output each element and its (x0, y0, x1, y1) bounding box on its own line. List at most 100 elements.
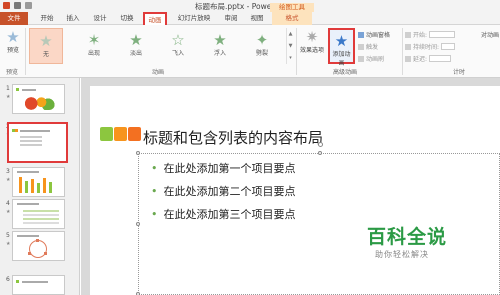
effect-options-icon: ✷ (305, 28, 319, 46)
thumb-cycle-node (44, 252, 47, 255)
thumb-chart-bar (43, 178, 46, 193)
current-slide[interactable]: 标题和包含列表的内容布局 • 在此处添加第一个项目要点 • 在此处添加第二个项目要点… (90, 86, 500, 295)
tab-view[interactable]: 视图 (246, 12, 268, 25)
star-icon: ★ (39, 32, 53, 50)
effect-options-button[interactable]: ✷ 效果选项 (299, 29, 325, 54)
animation-none[interactable]: ★ 无 (29, 28, 63, 64)
timing-delay[interactable]: 延迟: (405, 54, 452, 63)
animation-pane-label: 动画窗格 (366, 32, 391, 39)
preview-button[interactable]: ★ 预览 (3, 29, 23, 54)
powerpoint-icon (3, 2, 10, 9)
tab-animations[interactable]: 动画 (143, 12, 167, 25)
tab-slideshow[interactable]: 幻灯片放映 (173, 12, 215, 25)
bullet-icon: • (151, 185, 158, 198)
tab-home[interactable]: 开始 (36, 12, 58, 25)
slide-thumbnail-6[interactable] (12, 275, 65, 295)
slide-thumbnail-2[interactable] (7, 122, 68, 163)
bullet-text: 在此处添加第二个项目要点 (163, 185, 296, 198)
animation-fly-in[interactable]: ☆ 飞入 (161, 28, 195, 64)
bullet-icon: • (151, 162, 158, 175)
animation-fade[interactable]: ★ 淡出 (119, 28, 153, 64)
animation-marker-icon: ★ (6, 241, 11, 247)
animation-marker-icon: ★ (6, 177, 11, 183)
animation-painter-label: 动画刷 (366, 56, 385, 63)
gallery-label: 出现 (87, 50, 100, 57)
thumb-title-line (17, 203, 39, 205)
bullet-text: 在此处添加第一个项目要点 (163, 162, 296, 175)
thumb-table-row (23, 210, 59, 212)
slide-number: 4 (6, 200, 10, 207)
thumb-bullet-line (20, 144, 42, 146)
bullet-icon: • (151, 208, 158, 221)
thumb-bullet-line (20, 140, 42, 142)
thumb-table-row (23, 214, 59, 216)
delay-input[interactable] (429, 55, 452, 62)
duration-input[interactable] (441, 43, 456, 50)
ribbon-tab-row: 文件 开始 插入 设计 切换 动画 幻灯片放映 审阅 视图 格式 (0, 12, 500, 25)
animation-appear[interactable]: ✶ 出现 (77, 28, 111, 64)
preview-label: 预览 (6, 47, 19, 54)
tab-review[interactable]: 审阅 (220, 12, 242, 25)
tab-design[interactable]: 设计 (89, 12, 111, 25)
tab-format[interactable]: 格式 (272, 12, 312, 25)
bullet-item-3[interactable]: • 在此处添加第三个项目要点 (151, 206, 296, 222)
watermark-title: 百科全说 (367, 226, 448, 248)
rotate-handle[interactable] (318, 142, 323, 147)
add-animation-label: 添加动画 (332, 51, 351, 67)
slide-number: 5 (6, 232, 10, 239)
group-divider (402, 28, 403, 75)
accent-square (16, 280, 19, 283)
trigger-label: 触发 (366, 44, 379, 51)
resize-handle[interactable] (136, 151, 140, 155)
gallery-scroll[interactable]: ▲ ▼ ▾ (286, 28, 294, 64)
tab-transitions[interactable]: 切换 (116, 12, 138, 25)
start-select[interactable] (429, 31, 456, 38)
gallery-more-icon[interactable]: ▾ (287, 52, 294, 64)
add-animation-button[interactable]: ★ 添加动画 (328, 28, 355, 67)
slide-thumbnail-5[interactable] (12, 231, 65, 261)
gallery-label: 淡出 (129, 50, 142, 57)
tab-file[interactable]: 文件 (0, 12, 28, 25)
slide-thumbnail-4[interactable] (12, 199, 65, 229)
animation-pane-button[interactable]: 动画窗格 (358, 30, 390, 39)
slide-thumbnail-3[interactable] (12, 167, 65, 197)
thumb-cycle-node (36, 239, 39, 242)
thumb-chart-bar (37, 183, 40, 193)
accent-square (16, 88, 19, 91)
thumb-table-row (23, 218, 59, 220)
duration-icon (405, 44, 411, 50)
animation-pane-icon (358, 32, 364, 38)
chevron-down-icon[interactable]: ▼ (287, 40, 294, 52)
add-animation-icon: ★ (334, 32, 349, 50)
group-divider (25, 28, 26, 75)
slide-editor: 标题和包含列表的内容布局 • 在此处添加第一个项目要点 • 在此处添加第二个项目要点… (81, 78, 500, 295)
start-label: 开始: (413, 32, 428, 39)
thumb-chart-bar (49, 182, 52, 193)
chevron-up-icon[interactable]: ▲ (287, 28, 294, 40)
preview-group-label: 预览 (6, 69, 19, 76)
animation-float-in[interactable]: ★ 浮入 (203, 28, 237, 64)
duration-label: 持续时间: (413, 44, 440, 51)
timing-group-label: 计时 (453, 69, 466, 76)
save-icon[interactable] (14, 2, 21, 9)
quick-access-toolbar (3, 2, 32, 9)
animation-gallery: ★ 无 ✶ 出现 ★ 淡出 ☆ 飞入 ★ 浮入 ✦ 劈裂 (27, 28, 291, 64)
animation-painter-icon (358, 56, 364, 62)
thumb-cycle-diagram (29, 240, 47, 258)
animation-split[interactable]: ✦ 劈裂 (245, 28, 279, 64)
timing-start[interactable]: 开始: (405, 30, 456, 39)
bullet-item-2[interactable]: • 在此处添加第二个项目要点 (151, 183, 296, 199)
trigger-button[interactable]: 触发 (358, 42, 378, 51)
resize-handle[interactable] (136, 222, 140, 226)
timing-duration[interactable]: 持续时间: (405, 42, 456, 51)
thumb-title-line (22, 281, 48, 283)
slide-thumbnail-1[interactable] (12, 84, 65, 114)
undo-icon[interactable] (25, 2, 32, 9)
thumb-table-row (23, 222, 59, 224)
resize-handle[interactable] (318, 151, 322, 155)
thumb-bullet-line (20, 136, 42, 138)
animation-painter-button[interactable]: 动画刷 (358, 54, 384, 63)
bullet-item-1[interactable]: • 在此处添加第一个项目要点 (151, 160, 296, 176)
tab-insert[interactable]: 插入 (62, 12, 84, 25)
slide-title[interactable]: 标题和包含列表的内容布局 (143, 127, 323, 148)
